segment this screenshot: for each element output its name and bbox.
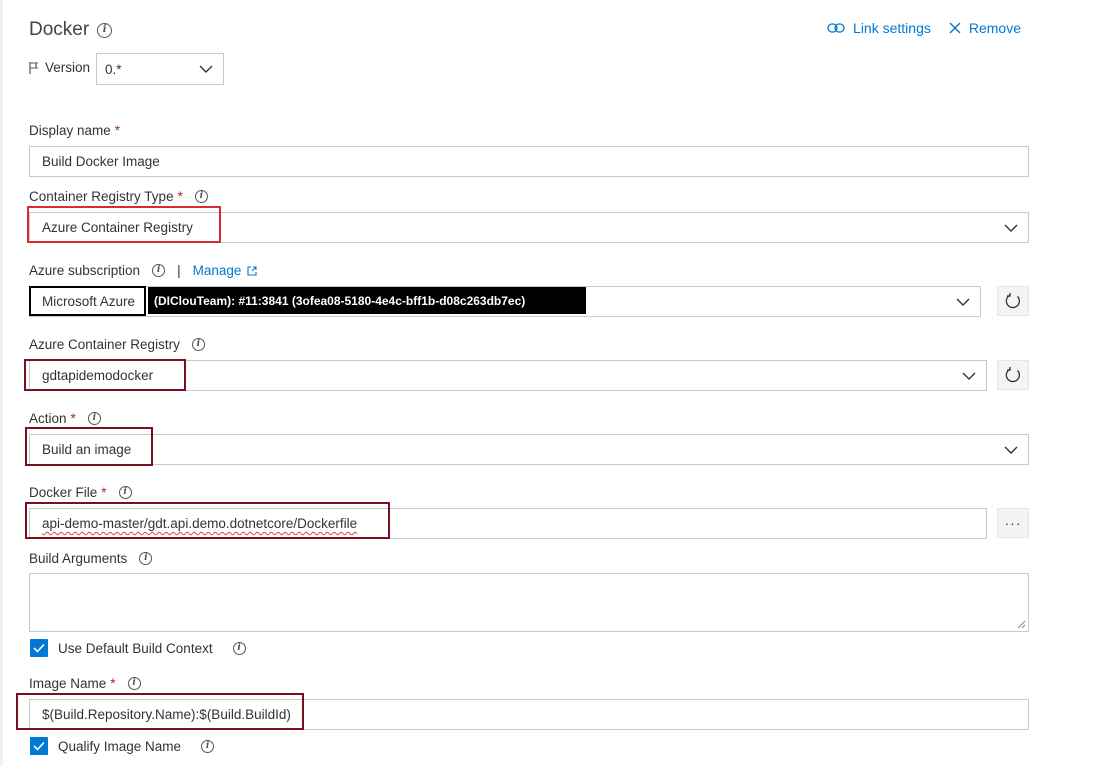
registry-type-label: Container Registry Type * i <box>29 189 208 204</box>
default-context-checkbox[interactable] <box>30 639 48 657</box>
info-icon[interactable]: i <box>118 486 132 499</box>
version-select[interactable]: 0.* <box>96 53 224 85</box>
info-icon[interactable]: i <box>232 641 246 655</box>
build-args-label-text: Build Arguments <box>29 551 128 566</box>
display-name-value: Build Docker Image <box>42 154 160 169</box>
task-header: Docker i <box>29 19 113 41</box>
info-icon[interactable]: i <box>127 677 141 690</box>
default-context-label: Use Default Build Context <box>58 640 213 656</box>
default-context-row: Use Default Build Context i <box>30 639 246 657</box>
external-link-icon <box>247 265 257 276</box>
build-args-label: Build Arguments i <box>29 551 153 566</box>
qualify-image-label: Qualify Image Name <box>58 738 182 754</box>
docker-file-label: Docker File * i <box>29 485 132 500</box>
chevron-down-icon <box>1004 224 1018 232</box>
refresh-icon <box>1005 293 1020 309</box>
highlight-box <box>16 693 304 730</box>
header-actions: Link settings Remove <box>827 20 1021 36</box>
manage-link[interactable]: Manage <box>193 263 258 278</box>
separator: | <box>177 263 181 278</box>
version-value: 0.* <box>105 61 122 77</box>
chevron-down-icon <box>199 65 213 73</box>
page-title: Docker <box>29 19 90 40</box>
image-name-label-text: Image Name <box>29 676 107 691</box>
manage-link-label: Manage <box>192 263 242 278</box>
refresh-registry-button[interactable] <box>997 360 1029 390</box>
link-settings-label: Link settings <box>853 20 931 36</box>
qualify-image-row: Qualify Image Name i <box>30 737 215 755</box>
build-args-textarea[interactable] <box>29 573 1029 632</box>
highlight-box <box>25 427 153 466</box>
refresh-subscription-button[interactable] <box>997 286 1029 316</box>
qualify-image-checkbox[interactable] <box>30 737 48 755</box>
info-icon[interactable]: i <box>194 190 208 203</box>
version-label: Version <box>45 60 91 75</box>
close-icon <box>949 22 961 34</box>
link-settings-button[interactable]: Link settings <box>827 20 931 36</box>
subscription-label-text: Azure subscription <box>29 263 141 278</box>
redacted-subscription-detail: (DIClouTeam): #11:3841 (3ofea08-5180-4e4… <box>148 287 586 314</box>
refresh-icon <box>1005 367 1020 383</box>
required-marker: * <box>177 189 183 204</box>
link-icon <box>827 23 845 33</box>
left-divider <box>0 0 3 765</box>
display-name-label-text: Display name <box>29 123 111 138</box>
action-label: Action * i <box>29 411 101 426</box>
required-marker: * <box>70 411 76 426</box>
info-icon[interactable]: i <box>201 739 215 753</box>
info-icon[interactable]: i <box>139 552 153 565</box>
action-label-text: Action <box>29 411 67 426</box>
version-label-group: Version <box>29 60 90 75</box>
highlight-box <box>27 206 221 243</box>
display-name-input[interactable]: Build Docker Image <box>29 146 1029 177</box>
image-name-label: Image Name * i <box>29 676 141 691</box>
acr-label: Azure Container Registry i <box>29 337 205 352</box>
info-icon[interactable]: i <box>87 412 101 425</box>
chevron-down-icon <box>962 372 976 380</box>
flag-icon <box>29 61 38 74</box>
highlight-box <box>29 286 146 316</box>
required-marker: * <box>114 123 121 138</box>
info-icon[interactable]: i <box>97 22 113 38</box>
required-marker: * <box>110 676 116 691</box>
info-icon[interactable]: i <box>152 264 166 277</box>
highlight-box <box>25 502 390 539</box>
chevron-down-icon <box>956 298 970 306</box>
registry-type-label-text: Container Registry Type <box>29 189 174 204</box>
checkmark-icon <box>33 741 45 751</box>
docker-file-label-text: Docker File <box>29 485 98 500</box>
chevron-down-icon <box>1004 446 1018 454</box>
info-icon[interactable]: i <box>191 338 205 351</box>
highlight-box <box>24 359 186 391</box>
remove-button[interactable]: Remove <box>949 20 1021 36</box>
browse-button[interactable]: ··· <box>997 508 1029 538</box>
action-select[interactable]: Build an image <box>29 434 1029 465</box>
acr-label-text: Azure Container Registry <box>29 337 180 352</box>
checkmark-icon <box>33 643 45 653</box>
subscription-label: Azure subscription i | Manage <box>29 263 257 278</box>
resize-handle-icon[interactable] <box>1017 620 1026 629</box>
remove-label: Remove <box>968 20 1021 36</box>
display-name-label: Display name * <box>29 123 120 138</box>
required-marker: * <box>101 485 107 500</box>
